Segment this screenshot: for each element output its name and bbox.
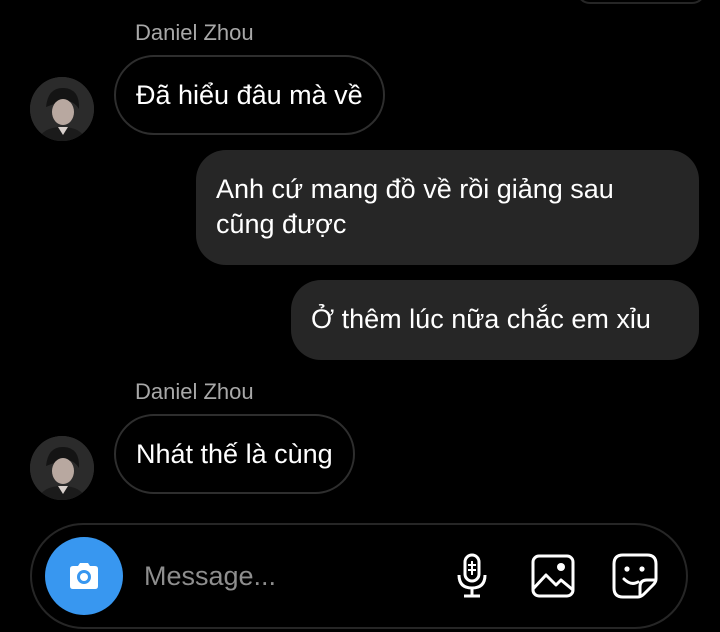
gallery-button[interactable] bbox=[528, 551, 578, 601]
message-text-line: cũng được bbox=[216, 209, 347, 239]
image-icon bbox=[531, 554, 575, 598]
previous-message-bubble-edge bbox=[576, 0, 706, 4]
outgoing-message-bubble[interactable]: Anh cứ mang đồ về rồi giảng sau cũng đượ… bbox=[196, 150, 699, 265]
message-composer bbox=[30, 523, 688, 629]
incoming-message-bubble[interactable]: Đã hiểu đâu mà về bbox=[114, 55, 385, 135]
message-text-line: Anh cứ mang đồ về rồi giảng sau bbox=[216, 174, 614, 204]
incoming-message-bubble[interactable]: Nhát thế là cùng bbox=[114, 414, 355, 494]
microphone-icon bbox=[457, 553, 487, 598]
camera-icon bbox=[70, 563, 98, 589]
sender-name: Daniel Zhou bbox=[135, 20, 254, 45]
message-text: Ở thêm lúc nữa chắc em xỉu bbox=[311, 304, 651, 334]
avatar[interactable] bbox=[30, 77, 94, 141]
avatar-image bbox=[30, 77, 94, 141]
sticker-icon bbox=[612, 553, 658, 599]
voice-message-button[interactable] bbox=[447, 551, 497, 601]
avatar-image bbox=[30, 436, 94, 500]
message-text: Đã hiểu đâu mà về bbox=[136, 80, 363, 110]
sender-name: Daniel Zhou bbox=[135, 379, 254, 404]
outgoing-message-bubble[interactable]: Ở thêm lúc nữa chắc em xỉu bbox=[291, 280, 699, 360]
camera-button[interactable] bbox=[45, 537, 123, 615]
avatar[interactable] bbox=[30, 436, 94, 500]
message-input[interactable] bbox=[144, 549, 434, 603]
message-text: Nhát thế là cùng bbox=[136, 439, 333, 469]
sticker-button[interactable] bbox=[610, 551, 660, 601]
